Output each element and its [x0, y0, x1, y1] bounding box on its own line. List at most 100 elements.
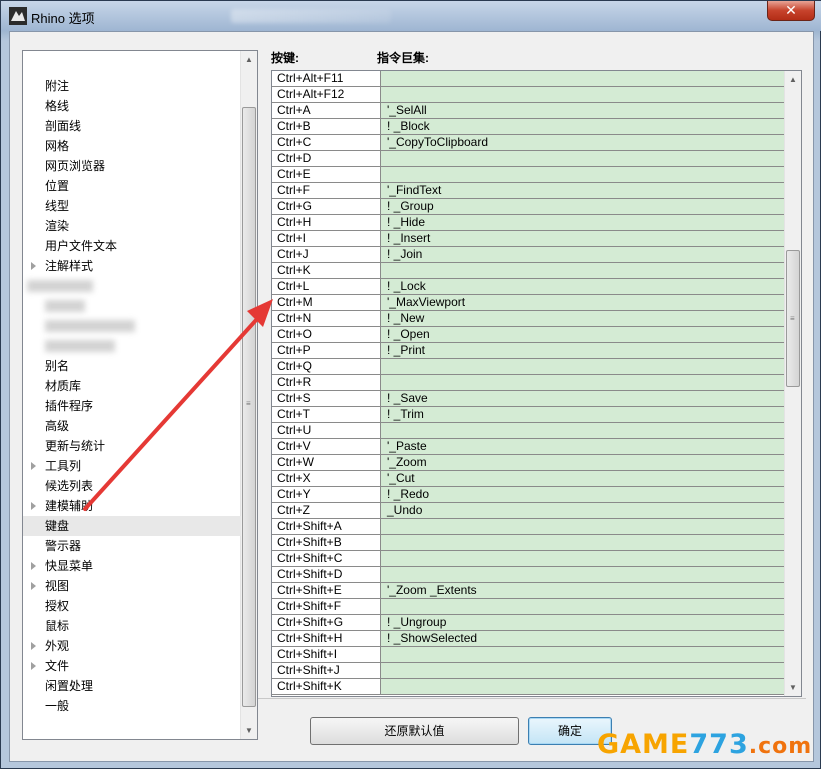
expand-arrow-icon[interactable] — [31, 462, 36, 470]
tree-item[interactable]: 插件程序 — [23, 396, 241, 416]
tree-item[interactable]: 外观 — [23, 636, 241, 656]
shortcut-macro-cell[interactable]: ! _Join — [381, 247, 786, 263]
shortcut-macro-cell[interactable] — [381, 535, 786, 551]
shortcut-macro-cell[interactable]: '_Zoom _Extents — [381, 583, 786, 599]
shortcut-key-cell[interactable]: Ctrl+S — [272, 391, 381, 407]
shortcut-key-cell[interactable]: Ctrl+P — [272, 343, 381, 359]
shortcut-macro-cell[interactable]: ! _Group — [381, 199, 786, 215]
shortcut-macro-cell[interactable] — [381, 263, 786, 279]
shortcut-macro-cell[interactable] — [381, 87, 786, 103]
shortcut-macro-cell[interactable]: '_FindText — [381, 183, 786, 199]
shortcut-key-cell[interactable]: Ctrl+Shift+J — [272, 663, 381, 679]
tree-item[interactable]: 注解样式 — [23, 256, 241, 276]
title-bar[interactable]: Rhino 选项 ✕ — [1, 1, 821, 31]
shortcut-macro-cell[interactable]: ! _Redo — [381, 487, 786, 503]
close-button[interactable]: ✕ — [767, 1, 815, 21]
tree-item[interactable]: 用户文件文本 — [23, 236, 241, 256]
tree-item[interactable]: 线型 — [23, 196, 241, 216]
shortcut-macro-cell[interactable]: ! _ShowSelected — [381, 631, 786, 647]
tree-item[interactable]: 格线 — [23, 96, 241, 116]
expand-arrow-icon[interactable] — [31, 662, 36, 670]
shortcut-macro-cell[interactable]: '_CopyToClipboard — [381, 135, 786, 151]
scroll-up-icon[interactable]: ▲ — [785, 71, 801, 88]
tree-item[interactable]: 候选列表 — [23, 476, 241, 496]
shortcut-key-cell[interactable]: Ctrl+K — [272, 263, 381, 279]
tree-item[interactable] — [23, 296, 241, 316]
shortcut-key-cell[interactable]: Ctrl+Shift+G — [272, 615, 381, 631]
shortcut-macro-cell[interactable] — [381, 423, 786, 439]
shortcut-macro-cell[interactable]: ! _Ungroup — [381, 615, 786, 631]
shortcut-macro-cell[interactable] — [381, 663, 786, 679]
shortcut-key-cell[interactable]: Ctrl+U — [272, 423, 381, 439]
tree-item[interactable] — [23, 316, 241, 336]
shortcut-key-cell[interactable]: Ctrl+L — [272, 279, 381, 295]
tree-item[interactable]: 别名 — [23, 356, 241, 376]
shortcut-macro-cell[interactable] — [381, 167, 786, 183]
shortcut-macro-cell[interactable]: ! _New — [381, 311, 786, 327]
scroll-down-icon[interactable]: ▼ — [241, 722, 257, 739]
shortcut-key-cell[interactable]: Ctrl+D — [272, 151, 381, 167]
restore-defaults-button[interactable]: 还原默认值 — [310, 717, 519, 745]
shortcut-macro-cell[interactable] — [381, 551, 786, 567]
shortcut-key-cell[interactable]: Ctrl+Alt+F11 — [272, 71, 381, 87]
shortcut-macro-cell[interactable] — [381, 359, 786, 375]
shortcut-key-cell[interactable]: Ctrl+V — [272, 439, 381, 455]
shortcut-key-cell[interactable]: Ctrl+Shift+E — [272, 583, 381, 599]
shortcut-key-cell[interactable]: Ctrl+E — [272, 167, 381, 183]
tree-item[interactable] — [23, 336, 241, 356]
tree-item[interactable]: 网格 — [23, 136, 241, 156]
shortcut-macro-cell[interactable] — [381, 679, 786, 695]
shortcut-macro-cell[interactable] — [381, 519, 786, 535]
shortcut-key-cell[interactable]: Ctrl+O — [272, 327, 381, 343]
shortcut-key-cell[interactable]: Ctrl+J — [272, 247, 381, 263]
shortcut-macro-cell[interactable] — [381, 375, 786, 391]
shortcut-key-cell[interactable]: Ctrl+Y — [272, 487, 381, 503]
shortcut-key-cell[interactable]: Ctrl+N — [272, 311, 381, 327]
shortcut-macro-cell[interactable]: '_SelAll — [381, 103, 786, 119]
tree-item[interactable]: 高级 — [23, 416, 241, 436]
shortcut-macro-cell[interactable]: ! _Insert — [381, 231, 786, 247]
tree-item[interactable]: 剖面线 — [23, 116, 241, 136]
tree-item[interactable]: 文件 — [23, 656, 241, 676]
expand-arrow-icon[interactable] — [31, 262, 36, 270]
shortcut-macro-cell[interactable]: '_MaxViewport — [381, 295, 786, 311]
shortcut-key-cell[interactable]: Ctrl+Shift+I — [272, 647, 381, 663]
shortcut-key-cell[interactable]: Ctrl+F — [272, 183, 381, 199]
tree-item[interactable]: 位置 — [23, 176, 241, 196]
grid-scroll-thumb[interactable]: ≡ — [786, 250, 800, 387]
shortcut-macro-cell[interactable]: ! _Block — [381, 119, 786, 135]
shortcut-key-cell[interactable]: Ctrl+X — [272, 471, 381, 487]
tree-item[interactable]: 网页浏览器 — [23, 156, 241, 176]
shortcut-key-cell[interactable]: Ctrl+Shift+D — [272, 567, 381, 583]
grid-scrollbar[interactable]: ▲ ≡ ▼ — [784, 71, 801, 696]
tree-item[interactable]: 工具列 — [23, 456, 241, 476]
tree-item[interactable]: 附注 — [23, 76, 241, 96]
shortcut-macro-cell[interactable] — [381, 599, 786, 615]
expand-arrow-icon[interactable] — [31, 582, 36, 590]
shortcut-key-cell[interactable]: Ctrl+Q — [272, 359, 381, 375]
shortcut-macro-cell[interactable]: ! _Hide — [381, 215, 786, 231]
scroll-down-icon[interactable]: ▼ — [785, 679, 801, 696]
shortcut-key-cell[interactable]: Ctrl+Shift+F — [272, 599, 381, 615]
tree-item[interactable]: 一般 — [23, 696, 241, 716]
tree-item[interactable]: 渲染 — [23, 216, 241, 236]
shortcut-key-cell[interactable]: Ctrl+Shift+C — [272, 551, 381, 567]
shortcut-key-cell[interactable]: Ctrl+B — [272, 119, 381, 135]
shortcut-macro-cell[interactable] — [381, 567, 786, 583]
tree-item[interactable]: 更新与统计 — [23, 436, 241, 456]
shortcut-macro-cell[interactable]: ! _Open — [381, 327, 786, 343]
shortcut-macro-cell[interactable]: ! _Lock — [381, 279, 786, 295]
shortcut-macro-cell[interactable]: ! _Trim — [381, 407, 786, 423]
tree-item[interactable]: 材质库 — [23, 376, 241, 396]
tree-item[interactable]: 闲置处理 — [23, 676, 241, 696]
shortcut-macro-cell[interactable]: ! _Print — [381, 343, 786, 359]
shortcut-macro-cell[interactable]: ! _Save — [381, 391, 786, 407]
shortcut-key-cell[interactable]: Ctrl+Shift+A — [272, 519, 381, 535]
tree-item[interactable]: 建模辅助 — [23, 496, 241, 516]
tree-item[interactable]: 鼠标 — [23, 616, 241, 636]
shortcut-macro-cell[interactable] — [381, 647, 786, 663]
shortcut-macro-cell[interactable]: _Undo — [381, 503, 786, 519]
scroll-up-icon[interactable]: ▲ — [241, 51, 257, 68]
tree-item[interactable]: 警示器 — [23, 536, 241, 556]
tree-scrollbar[interactable]: ▲ ≡ ▼ — [240, 51, 257, 739]
